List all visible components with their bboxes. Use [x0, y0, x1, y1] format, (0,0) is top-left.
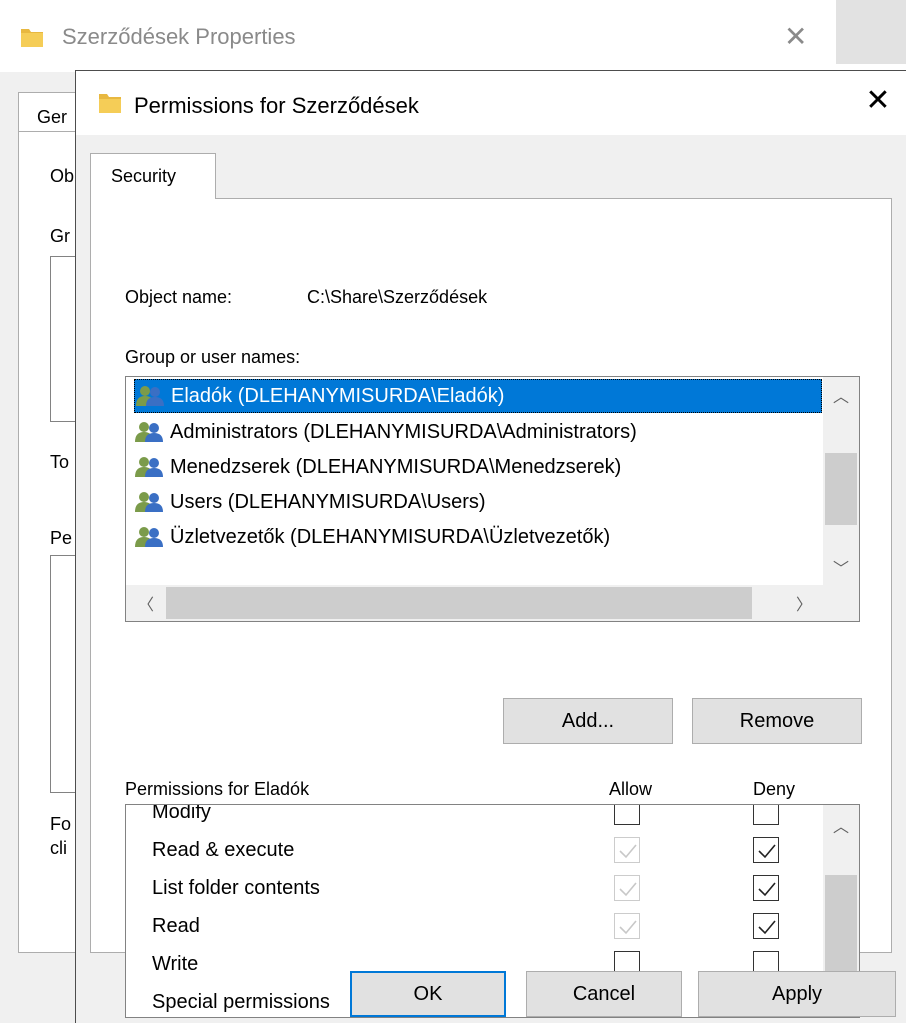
user-list-vertical-scrollbar[interactable]: ︿ ﹀: [823, 377, 859, 585]
user-list-item-label: Üzletvezetők (DLEHANYMISURDA\Üzletvezető…: [170, 525, 611, 548]
scroll-thumb[interactable]: [825, 453, 857, 525]
permission-name: Read: [152, 915, 200, 937]
permission-name: List folder contents: [152, 877, 320, 899]
user-list-item-label: Administrators (DLEHANYMISURDA\Administr…: [170, 420, 637, 443]
user-group-icon: [135, 527, 163, 547]
dialog-title: Permissions for Szerződések: [134, 93, 419, 118]
permission-allow-checkbox: [614, 913, 640, 939]
permission-deny-checkbox[interactable]: [753, 913, 779, 939]
user-list[interactable]: Eladók (DLEHANYMISURDA\Eladók) Administr…: [125, 376, 860, 622]
close-icon[interactable]: ✕: [784, 20, 807, 53]
group-user-names-label: Group or user names:: [125, 347, 301, 367]
apply-button[interactable]: Apply: [698, 971, 896, 1017]
cancel-button[interactable]: Cancel: [526, 971, 682, 1017]
user-list-item[interactable]: Menedzserek (DLEHANYMISURDA\Menedzserek): [134, 450, 822, 484]
scroll-thumb[interactable]: [825, 875, 857, 975]
permission-deny-checkbox[interactable]: [753, 805, 779, 825]
close-icon[interactable]: ✕: [862, 85, 894, 117]
permission-deny-checkbox[interactable]: [753, 875, 779, 901]
tab-security[interactable]: Security: [90, 153, 216, 199]
background-titlebar: Szerződések Properties ✕: [0, 0, 906, 72]
user-list-item-label: Menedzserek (DLEHANYMISURDA\Menedzserek): [170, 455, 622, 478]
background-window-title: Szerződések Properties: [62, 24, 296, 49]
user-group-icon: [135, 422, 163, 442]
user-list-item[interactable]: Users (DLEHANYMISURDA\Users): [134, 485, 822, 519]
background-fragment: To: [50, 452, 70, 472]
background-fragment: Ob: [50, 166, 75, 186]
scroll-left-icon[interactable]: 〈: [128, 591, 164, 615]
scroll-thumb[interactable]: [166, 587, 752, 619]
folder-icon: [98, 91, 122, 120]
dialog-titlebar: Permissions for Szerződések ✕: [76, 71, 906, 135]
scroll-up-icon[interactable]: ︿: [823, 383, 859, 407]
scroll-right-icon[interactable]: 〉: [786, 591, 822, 615]
permissions-dialog: Permissions for Szerződések ✕ Security O…: [75, 70, 906, 1023]
user-group-icon: [135, 457, 163, 477]
user-list-horizontal-scrollbar[interactable]: 〈 〉: [126, 585, 859, 621]
user-group-icon: [136, 386, 164, 406]
add-button[interactable]: Add...: [503, 698, 673, 744]
folder-icon: [20, 26, 44, 53]
object-name-value: C:\Share\Szerződések: [307, 287, 488, 307]
background-fragment: Pe: [50, 528, 73, 548]
background-close-area: [836, 0, 906, 64]
permission-allow-checkbox: [614, 837, 640, 863]
permission-allow-checkbox: [614, 875, 640, 901]
user-list-item-label: Users (DLEHANYMISURDA\Users): [170, 490, 486, 513]
user-list-item[interactable]: Administrators (DLEHANYMISURDA\Administr…: [134, 415, 822, 449]
permission-allow-checkbox[interactable]: [614, 805, 640, 825]
background-fragment: cli: [50, 838, 67, 858]
user-list-item[interactable]: Üzletvezetők (DLEHANYMISURDA\Üzletvezető…: [134, 520, 822, 554]
allow-header: Allow: [609, 779, 653, 799]
user-list-item[interactable]: Eladók (DLEHANYMISURDA\Eladók): [134, 379, 822, 413]
remove-button[interactable]: Remove: [692, 698, 862, 744]
permission-name: Special permissions: [152, 991, 330, 1013]
user-group-icon: [135, 492, 163, 512]
background-fragment: Gr: [50, 226, 70, 246]
object-name-label: Object name:: [125, 287, 233, 307]
permission-deny-checkbox[interactable]: [753, 837, 779, 863]
user-list-item-label: Eladók (DLEHANYMISURDA\Eladók): [171, 384, 505, 407]
scroll-down-icon[interactable]: ﹀: [823, 555, 859, 579]
permission-name: Write: [152, 953, 199, 975]
security-tab-panel: Object name: C:\Share\Szerződések Group …: [90, 198, 892, 1018]
scroll-up-icon[interactable]: ︿: [823, 813, 859, 837]
permissions-title: Permissions for Eladók: [125, 779, 310, 799]
background-fragment: Fo: [50, 814, 72, 834]
ok-button[interactable]: OK: [350, 971, 506, 1017]
deny-header: Deny: [753, 779, 796, 799]
permission-name: Modify: [152, 804, 211, 823]
permission-name: Read & execute: [152, 839, 295, 861]
